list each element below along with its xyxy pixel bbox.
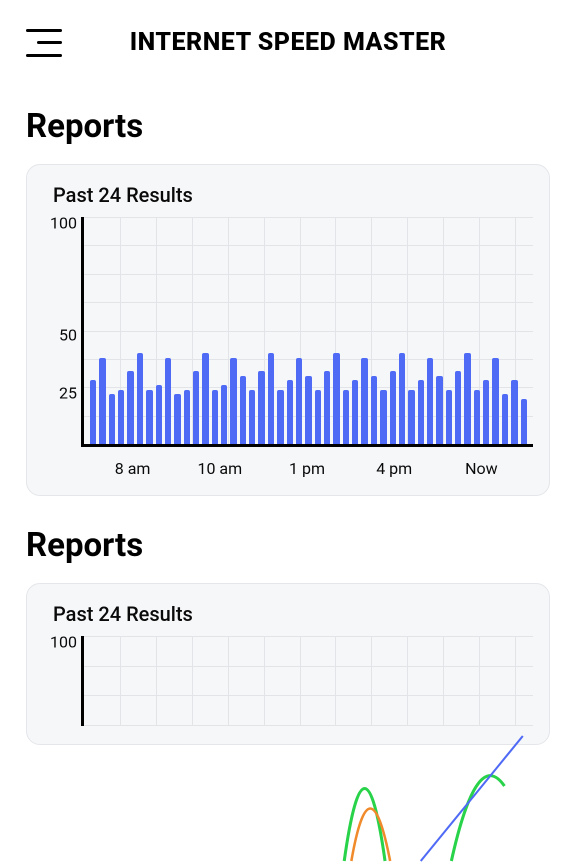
bar — [483, 380, 489, 444]
bar — [249, 390, 255, 444]
bar — [202, 353, 208, 444]
card-title-2: Past 24 Results — [37, 602, 539, 636]
card-title-1: Past 24 Results — [37, 183, 539, 217]
bar — [127, 371, 133, 444]
bar — [418, 380, 424, 444]
bar — [333, 353, 339, 444]
line-curves — [84, 636, 533, 866]
x-tick: Now — [438, 459, 525, 478]
bar — [258, 371, 264, 444]
bar — [502, 394, 508, 444]
app-title: INTERNET SPEED MASTER — [26, 28, 550, 57]
y-tick-100: 100 — [41, 633, 77, 652]
line-chart: 100 — [37, 636, 539, 726]
bar — [343, 390, 349, 444]
bar — [174, 394, 180, 444]
curve-green-2 — [451, 776, 504, 861]
bar — [212, 390, 218, 444]
x-tick: 4 pm — [351, 459, 438, 478]
bar — [305, 376, 311, 444]
bar — [436, 376, 442, 444]
bar — [492, 358, 498, 444]
bar — [90, 380, 96, 444]
y-tick-25: 25 — [41, 384, 77, 403]
bar — [361, 358, 367, 444]
section-title-1: Reports — [0, 77, 576, 164]
bar — [446, 390, 452, 444]
bar — [390, 371, 396, 444]
bar — [315, 390, 321, 444]
bar — [521, 399, 527, 444]
curve-green-1 — [344, 789, 385, 862]
bar-chart: 100 50 25 — [37, 217, 539, 477]
bar — [511, 380, 517, 444]
plot-area-2 — [81, 636, 533, 726]
bar — [193, 371, 199, 444]
x-axis: 8 am 10 am 1 pm 4 pm Now — [81, 447, 533, 478]
bar — [221, 385, 227, 444]
bar — [184, 390, 190, 444]
bar — [371, 376, 377, 444]
bar — [146, 390, 152, 444]
bar — [399, 353, 405, 444]
bar — [380, 390, 386, 444]
y-tick-50: 50 — [41, 326, 77, 345]
bar — [427, 358, 433, 444]
bar — [474, 390, 480, 444]
bar — [324, 371, 330, 444]
bar — [464, 353, 470, 444]
y-tick-100: 100 — [41, 214, 77, 233]
bar — [99, 358, 105, 444]
bar — [352, 380, 358, 444]
bar — [455, 371, 461, 444]
x-tick: 10 am — [176, 459, 263, 478]
bar — [296, 358, 302, 444]
bar — [277, 390, 283, 444]
bar — [118, 390, 124, 444]
bar — [408, 390, 414, 444]
bar — [109, 394, 115, 444]
bar — [287, 380, 293, 444]
bar — [268, 353, 274, 444]
bar — [240, 376, 246, 444]
bar — [165, 358, 171, 444]
x-tick: 8 am — [89, 459, 176, 478]
bar — [137, 353, 143, 444]
bar — [156, 385, 162, 444]
report-card-2: Past 24 Results 100 — [26, 583, 550, 745]
report-card-1: Past 24 Results 100 50 25 — [26, 164, 550, 496]
plot-area — [81, 217, 533, 447]
x-tick: 1 pm — [263, 459, 350, 478]
curve-blue — [421, 736, 523, 861]
section-title-2: Reports — [0, 496, 576, 583]
bar — [230, 358, 236, 444]
